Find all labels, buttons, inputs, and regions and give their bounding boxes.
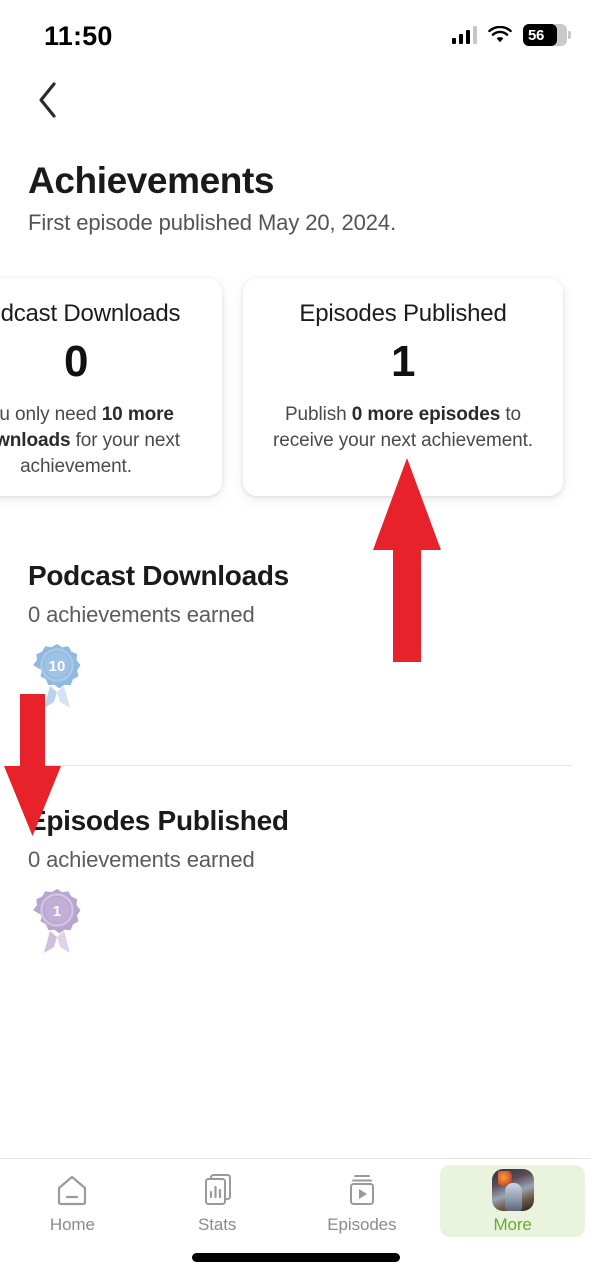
home-indicator: [191, 1253, 400, 1262]
tab-label: Stats: [198, 1214, 237, 1234]
card-title: Episodes Published: [299, 300, 507, 327]
card-value: 0: [64, 337, 88, 386]
nav-bar: [0, 66, 591, 136]
section-subtitle: 0 achievements earned: [28, 847, 255, 872]
status-indicators: 56: [451, 24, 571, 46]
battery-icon: 56: [523, 24, 571, 46]
battery-percent: 56: [528, 26, 545, 44]
badge-label: 10: [49, 658, 66, 675]
badge-row: 10: [28, 642, 86, 715]
wifi-icon: [488, 25, 512, 44]
tab-more[interactable]: More: [440, 1165, 585, 1237]
cellular-signal-icon: [451, 26, 477, 44]
badge-label: 1: [53, 903, 61, 920]
episodes-icon: [340, 1168, 384, 1212]
summary-card-podcast-downloads[interactable]: Podcast Downloads 0 You only need 10 mor…: [0, 278, 222, 496]
section-title: Episodes Published: [28, 805, 289, 836]
tab-label: More: [493, 1214, 532, 1234]
tab-label: Home: [49, 1214, 95, 1234]
card-desc-bold: 0 more episodes: [351, 404, 501, 425]
home-icon: [50, 1168, 94, 1212]
stats-icon: [195, 1168, 239, 1212]
status-time: 11:50: [44, 21, 113, 51]
section-subtitle: 0 achievements earned: [28, 602, 255, 627]
tab-stats[interactable]: Stats: [145, 1165, 290, 1237]
summary-card-episodes-published[interactable]: Episodes Published 1 Publish 0 more epis…: [243, 278, 563, 496]
tab-episodes[interactable]: Episodes: [290, 1165, 435, 1237]
tab-label: Episodes: [327, 1214, 397, 1234]
card-value: 1: [391, 337, 415, 386]
back-button[interactable]: [22, 76, 74, 128]
bottom-tab-bar: Home Stats Episodes More: [0, 1158, 591, 1280]
achievement-badge[interactable]: 10: [28, 642, 86, 715]
avatar: [491, 1168, 534, 1211]
card-desc-pre: You only need: [0, 404, 97, 425]
card-title: Podcast Downloads: [0, 300, 181, 327]
card-desc-pre: Publish: [284, 404, 352, 425]
tab-home[interactable]: Home: [0, 1165, 145, 1237]
page-title: Achievements: [28, 160, 275, 201]
chevron-left-icon: [35, 80, 61, 125]
section-divider: [18, 765, 573, 766]
page-subtitle: First episode published May 20, 2024.: [28, 210, 397, 235]
badge-row: 1: [28, 887, 86, 960]
summary-card-carousel[interactable]: Podcast Downloads 0 You only need 10 mor…: [0, 278, 591, 500]
phone-screen: 11:50 56 Achievements First episode publ…: [0, 0, 591, 1280]
card-description: Publish 0 more episodes to receive your …: [259, 402, 547, 454]
achievement-badge[interactable]: 1: [28, 887, 86, 960]
status-bar: 11:50 56: [0, 0, 591, 66]
section-title: Podcast Downloads: [28, 560, 289, 591]
avatar-icon: [491, 1168, 534, 1212]
card-description: You only need 10 more downloads for your…: [0, 402, 206, 479]
